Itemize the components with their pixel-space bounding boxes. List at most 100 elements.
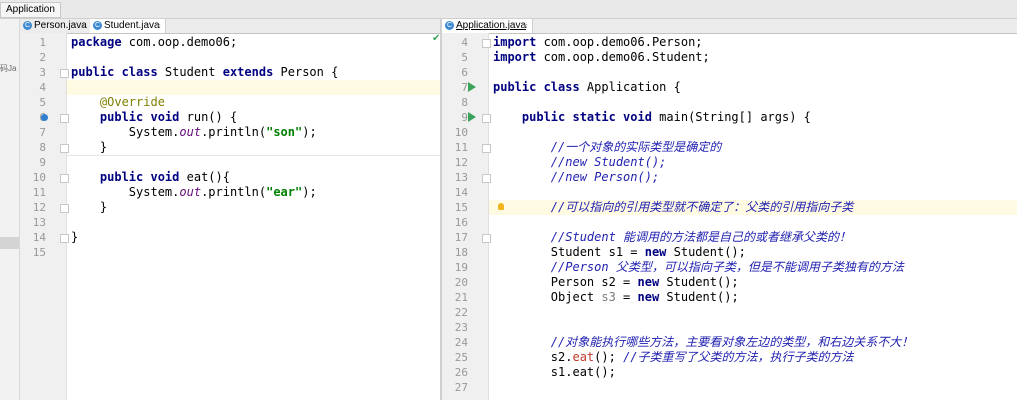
method-separator [67, 155, 440, 156]
line-number: 14 [32, 231, 46, 244]
line-number: 25 [454, 351, 468, 364]
java-class-icon: C [445, 21, 454, 30]
fold-icon[interactable] [482, 234, 491, 243]
line-number: 26 [454, 366, 468, 379]
code-line: //一个对象的实际类型是确定的 [550, 140, 722, 154]
code-line: public static void main(String[] args) { [521, 110, 811, 124]
breadcrumb-application[interactable]: Application [0, 2, 61, 18]
tab-application-java[interactable]: C Application.java × [442, 19, 533, 33]
fold-icon[interactable] [60, 174, 69, 183]
line-number: 10 [454, 126, 468, 139]
project-tool-strip [0, 19, 20, 400]
code-line: public class Student extends Person { [71, 65, 339, 79]
code-line: public void run() { [99, 110, 238, 124]
code-line: //对象能执行哪些方法，主要看对象左边的类型，和右边关系不大！ [550, 335, 914, 349]
close-icon[interactable]: × [523, 19, 528, 33]
code-line: public class Application { [493, 80, 681, 94]
code-line: //new Student(); [550, 155, 667, 169]
line-number: 23 [454, 321, 468, 334]
run-icon[interactable] [468, 82, 476, 92]
fold-icon[interactable] [482, 39, 491, 48]
code-line: //Student 能调用的方法都是自己的或者继承父类的！ [550, 230, 852, 244]
line-number: 22 [454, 306, 468, 319]
code-line: @Override [99, 95, 165, 109]
code-line: import com.oop.demo06.Student; [493, 50, 710, 64]
line-number: 7 [461, 81, 468, 94]
line-number: 27 [454, 381, 468, 394]
editor-pane-application: C Application.java × import com.oop.demo… [442, 19, 1017, 400]
java-class-icon: C [93, 21, 102, 30]
line-number: 15 [454, 201, 468, 214]
editor-tabbar-right: C Application.java × [442, 19, 1017, 34]
navigation-bar: Application [0, 0, 1017, 19]
intention-bulb-icon[interactable] [498, 203, 504, 210]
editor-tabbar-left: C Person.java × C Student.java × [20, 19, 440, 34]
code-line: Student s1 = new Student(); [493, 245, 746, 259]
code-line: Object s3 = new Student(); [493, 290, 739, 304]
code-line: //Person 父类型，可以指向子类，但是不能调用子类独有的方法 [550, 260, 904, 274]
line-number: 24 [454, 336, 468, 349]
current-line-highlight [67, 80, 440, 95]
line-number: 11 [32, 186, 46, 199]
line-number: 21 [454, 291, 468, 304]
line-number: 5 [39, 96, 46, 109]
line-number: 6 [461, 66, 468, 79]
line-number: 7 [39, 126, 46, 139]
line-number: 13 [454, 171, 468, 184]
code-line: System.out.println("son"); [71, 125, 317, 139]
code-area-application[interactable]: import com.oop.demo06.Person; import com.… [489, 33, 1017, 400]
fold-icon[interactable] [482, 114, 491, 123]
code-line: public void eat(){ [99, 170, 230, 184]
code-area-student[interactable]: package com.oop.demo06; public class Stud… [67, 33, 440, 400]
line-number: 10 [32, 171, 46, 184]
tab-person-java[interactable]: C Person.java × [20, 19, 91, 33]
tab-label: Application.java [456, 20, 527, 31]
line-number: 12 [454, 156, 468, 169]
override-gutter-icon[interactable] [41, 114, 48, 121]
code-line: //new Person(); [550, 170, 660, 184]
code-line: s1.eat(); [493, 365, 616, 379]
line-number: 3 [39, 66, 46, 79]
close-icon[interactable]: × [156, 19, 161, 33]
line-number: 5 [461, 51, 468, 64]
code-line: import com.oop.demo06.Person; [493, 35, 703, 49]
line-number: 8 [39, 141, 46, 154]
line-number: 4 [39, 81, 46, 94]
fold-icon[interactable] [482, 174, 491, 183]
code-line: Person s2 = new Student(); [493, 275, 739, 289]
line-number: 19 [454, 261, 468, 274]
line-number: 13 [32, 216, 46, 229]
code-line: System.out.println("ear"); [71, 185, 317, 199]
fold-icon[interactable] [482, 144, 491, 153]
line-number: 16 [454, 216, 468, 229]
tab-label: Person.java [34, 20, 87, 31]
line-number: 14 [454, 186, 468, 199]
java-class-icon: C [23, 21, 32, 30]
fold-icon[interactable] [60, 69, 69, 78]
fold-icon[interactable] [60, 234, 69, 243]
line-number: 17 [454, 231, 468, 244]
tab-student-java[interactable]: C Student.java × [90, 19, 166, 33]
line-number: 15 [32, 246, 46, 259]
close-icon[interactable]: × [81, 19, 86, 33]
project-selection [0, 237, 19, 249]
code-line: package com.oop.demo06; [71, 35, 238, 49]
fold-icon[interactable] [60, 204, 69, 213]
line-number: 9 [461, 111, 468, 124]
run-icon[interactable] [468, 112, 476, 122]
project-strip-text: 码Ja [0, 64, 17, 73]
line-number: 4 [461, 36, 468, 49]
line-number: 2 [39, 51, 46, 64]
code-line: } [71, 140, 108, 154]
code-line: } [71, 230, 79, 244]
editor-pane-student: C Person.java × C Student.java × ✔ packa… [20, 19, 440, 400]
code-line: s2.eat(); //子类重写了父类的方法，执行子类的方法 [493, 350, 854, 364]
fold-icon[interactable] [60, 114, 69, 123]
line-number: 18 [454, 246, 468, 259]
code-line: } [71, 200, 108, 214]
fold-icon[interactable] [60, 144, 69, 153]
line-number: 9 [39, 156, 46, 169]
line-number: 20 [454, 276, 468, 289]
code-line: //可以指向的引用类型就不确定了：父类的引用指向子类 [550, 200, 854, 214]
tab-label: Student.java [104, 20, 160, 31]
